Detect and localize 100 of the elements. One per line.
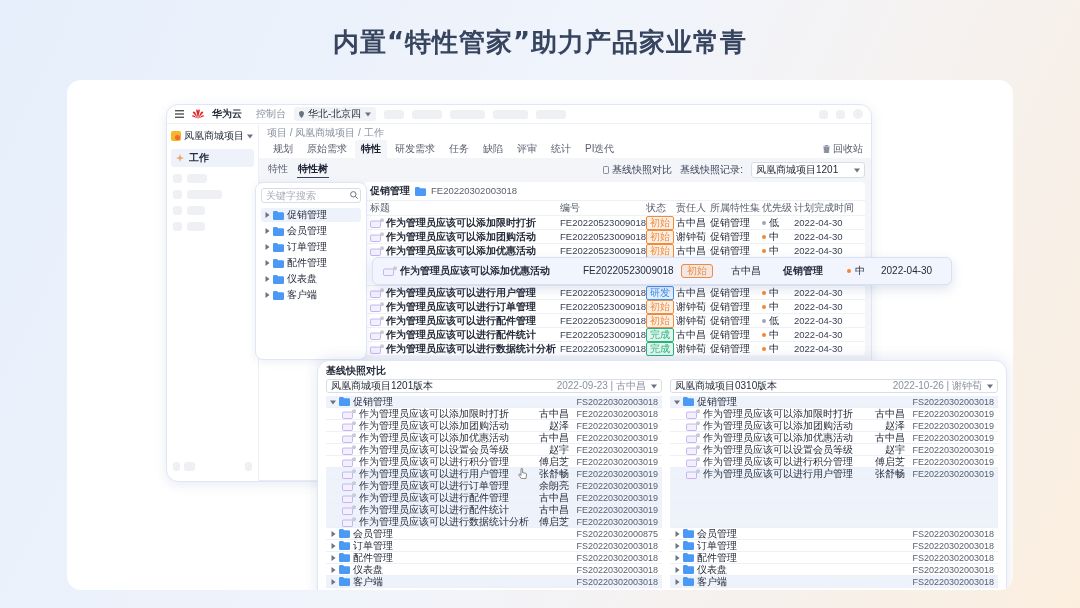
group-name: 订单管理 (353, 539, 393, 552)
caret-icon (365, 111, 372, 117)
group-id: FS20220302000875 (576, 527, 658, 540)
tab[interactable]: 规划 (267, 140, 299, 158)
tree-item[interactable]: 仪表盘 (261, 272, 361, 286)
tab[interactable]: 研发需求 (389, 140, 441, 158)
owner-name: 赵宇 (885, 443, 905, 456)
folder-icon (683, 541, 694, 550)
group-name: 配件管理 (697, 551, 737, 564)
folder-icon (683, 565, 694, 574)
feature-id: FE20220302003018 (576, 407, 658, 420)
search-field[interactable]: 关键字搜索 (261, 188, 361, 203)
status-tag: 完成 (646, 342, 674, 356)
group-id: FS20220302003018 (912, 551, 994, 564)
feature-title: 作为管理员应该可以设置会员等级 (703, 443, 853, 456)
caret-icon (264, 228, 270, 234)
owner-name: 赵泽 (884, 419, 905, 432)
group-id: FS20220302003018 (576, 575, 658, 588)
group-name: 配件管理 (353, 551, 393, 564)
group-id: FS20220302003018 (912, 527, 994, 540)
tree-item[interactable]: 订单管理 (261, 240, 361, 254)
folder-icon (683, 553, 694, 562)
feature-title: 作为管理员应该可以添加限时打折 (359, 407, 509, 420)
group-id: FS20220302003018 (912, 539, 994, 552)
table-cell-text: 谢钟荀 (676, 315, 707, 327)
version-select[interactable]: 凤凰商城项目1201版本 2022-09-23 | 古中昌 (326, 379, 662, 393)
project-selector[interactable]: 凤凰商城项目 (171, 130, 254, 142)
caret-icon (987, 383, 993, 389)
trash-icon (823, 145, 830, 153)
feature-id: FE20220302003019 (912, 443, 994, 456)
folder-icon (339, 397, 350, 406)
column-header: 责任人 (676, 202, 707, 214)
tab[interactable]: 缺陷 (477, 140, 509, 158)
tab[interactable]: 原始需求 (301, 140, 353, 158)
tab[interactable]: 评审 (511, 140, 543, 158)
feature-id: FE20220302003019 (576, 479, 658, 492)
group-id: FS20220302003018 (576, 539, 658, 552)
feature-id: FE20220302003019 (912, 455, 994, 468)
table-cell-text: 谢钟荀 (676, 231, 707, 243)
owner-name: 古中昌 (538, 491, 569, 504)
table-cell-text: 2022-04-30 (794, 231, 844, 243)
pin-icon (299, 110, 304, 118)
tab[interactable]: 统计 (545, 140, 577, 158)
tab[interactable]: 任务 (443, 140, 475, 158)
table-cell: FE20220523009018 (560, 315, 646, 327)
column-header: 所属特性集 (710, 202, 761, 214)
owner-name: 古中昌 (874, 407, 905, 420)
folder-icon (339, 577, 350, 586)
sub-tab[interactable]: 特性树 (297, 162, 329, 178)
table-cell-text: 古中昌 (676, 287, 707, 299)
table-cell-text: 2022-04-30 (794, 217, 844, 229)
table-cell-text: FE20220523009018 (583, 265, 675, 277)
column-header: 状态 (646, 202, 667, 214)
table-cell-text: 促销管理 (710, 287, 751, 299)
group-id: FS20220302003018 (576, 551, 658, 564)
owner-name: 张舒畅 (874, 467, 905, 480)
nav-item[interactable]: 工作 (171, 149, 254, 167)
tab[interactable]: PI迭代 (579, 140, 621, 158)
feature-id: FE20220302003019 (576, 467, 658, 480)
feature-id: FE20220302003019 (576, 491, 658, 504)
group-id: FS20220302003018 (912, 395, 994, 408)
feature-title: 作为管理员应该可以进行订单管理 (359, 479, 509, 492)
feature-id: FE20220302003019 (912, 431, 994, 444)
feature-title: 作为管理员应该可以添加优惠活动 (703, 431, 853, 444)
tree-item[interactable]: 促销管理 (261, 208, 361, 222)
priority-label: 低 (769, 217, 779, 229)
feature-tag-icon (383, 266, 397, 276)
group-name: 促销管理 (697, 395, 737, 408)
status-tag: 初始 (646, 230, 674, 244)
baseline-compare-button[interactable]: 基线快照对比 (603, 164, 673, 176)
tree-item[interactable]: 会员管理 (261, 224, 361, 238)
region-selector[interactable]: 华北-北京四 (294, 107, 377, 121)
baseline-record-select[interactable]: 凤凰商城项目1201 (751, 162, 865, 178)
tree-item[interactable]: 客户端 (261, 288, 361, 302)
table-cell-text: 促销管理 (783, 265, 824, 277)
column-header: 优先级 (762, 202, 793, 214)
folder-icon (273, 274, 284, 284)
group-name: 客户端 (353, 575, 383, 588)
status-tag: 初始 (646, 300, 674, 314)
table-cell-text: 促销管理 (710, 301, 751, 313)
feature-title: 作为管理员应该可以进行配件统计 (359, 503, 509, 516)
version-select[interactable]: 凤凰商城项目0310版本 2022-10-26 | 谢钟荀 (670, 379, 998, 393)
feature-title: 作为管理员应该可以进行用户管理 (359, 467, 509, 480)
recycle-bin-button[interactable]: 回收站 (823, 143, 863, 158)
baseline-record-label: 基线快照记录: (680, 164, 743, 176)
table-cell-text: 2022-04-30 (794, 329, 844, 341)
owner-name: 赵宇 (549, 443, 569, 456)
feature-tag-icon (370, 344, 384, 354)
owner-name: 傅启芝 (538, 515, 569, 528)
owner-name: 古中昌 (874, 431, 905, 443)
table-cell-text: 谢钟荀 (676, 301, 707, 313)
priority-label: 低 (769, 315, 779, 327)
table-cell-text: 2022-04-30 (794, 301, 844, 313)
owner-name: 傅启芝 (538, 455, 569, 468)
page-headline: 内置“特性管家”助力产品家业常青 (332, 28, 748, 56)
priority-label: 中 (769, 301, 779, 313)
tree-item[interactable]: 配件管理 (261, 256, 361, 270)
caret-icon (264, 244, 270, 250)
sub-tab[interactable]: 特性 (267, 163, 289, 177)
tab[interactable]: 特性 (355, 140, 387, 158)
